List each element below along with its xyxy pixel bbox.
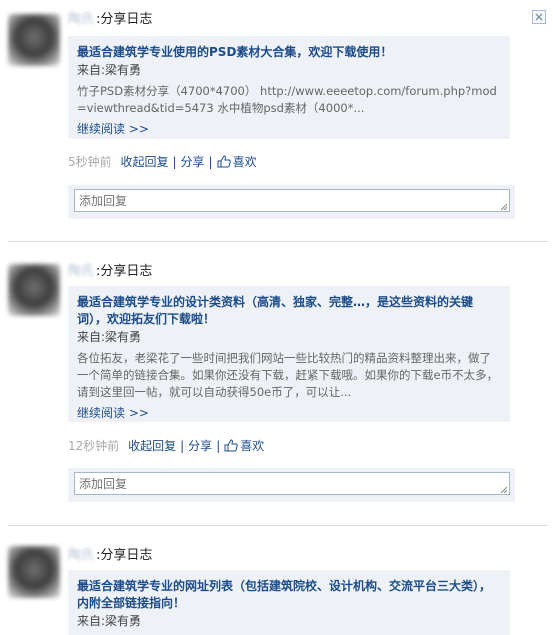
meta-line: 12秒钟前 收起回复 | 分享 | 喜欢 bbox=[68, 438, 264, 454]
like-label: 喜欢 bbox=[240, 439, 265, 453]
author-link[interactable]: 梁有勇 bbox=[105, 330, 141, 344]
action-text: :分享日志 bbox=[96, 264, 153, 279]
timestamp: 12秒钟前 bbox=[68, 439, 120, 453]
read-more-link[interactable]: 继续阅读 >> bbox=[77, 121, 502, 138]
divider bbox=[8, 525, 548, 526]
shared-card: 最适合建筑学专业使用的PSD素材大合集，欢迎下载使用！ 来自:梁有勇 竹子PSD… bbox=[68, 36, 510, 139]
author-link[interactable]: 梁有勇 bbox=[105, 614, 141, 628]
username-link[interactable]: 陶氏 bbox=[68, 548, 94, 563]
action-text: :分享日志 bbox=[96, 12, 153, 27]
username-link[interactable]: 陶氏 bbox=[68, 12, 94, 27]
reply-input[interactable] bbox=[74, 472, 510, 495]
feed-item: 陶氏:分享日志 最适合建筑学专业的设计类资料（高清、独家、完整…，是这些资料的关… bbox=[0, 258, 553, 520]
card-title-link[interactable]: 最适合建筑学专业的网址列表（包括建筑院校、设计机构、交流平台三大类），内附全部链… bbox=[77, 578, 502, 612]
shared-card: 最适合建筑学专业的设计类资料（高清、独家、完整…，是这些资料的关键词），欢迎拓友… bbox=[68, 286, 510, 422]
from-prefix: 来自: bbox=[77, 614, 106, 628]
action-text: :分享日志 bbox=[96, 548, 153, 563]
avatar[interactable] bbox=[8, 546, 60, 598]
author-link[interactable]: 梁有勇 bbox=[105, 63, 141, 77]
separator: | bbox=[208, 155, 213, 169]
card-title-link[interactable]: 最适合建筑学专业使用的PSD素材大合集，欢迎下载使用！ bbox=[77, 44, 502, 61]
resize-grip-icon[interactable] bbox=[500, 203, 508, 211]
collapse-replies-link[interactable]: 收起回复 bbox=[120, 155, 168, 169]
separator: | bbox=[180, 439, 185, 453]
thumbs-up-icon bbox=[217, 155, 231, 168]
avatar[interactable] bbox=[8, 14, 60, 66]
read-more-link[interactable]: 继续阅读 >> bbox=[77, 405, 502, 422]
feed-title: 陶氏:分享日志 bbox=[68, 547, 152, 565]
reply-box bbox=[68, 185, 515, 219]
feed-title: 陶氏:分享日志 bbox=[68, 11, 152, 29]
like-label: 喜欢 bbox=[232, 155, 257, 169]
feed-title: 陶氏:分享日志 bbox=[68, 263, 152, 281]
username-link[interactable]: 陶氏 bbox=[68, 264, 94, 279]
reply-input[interactable] bbox=[74, 189, 510, 212]
from-prefix: 来自: bbox=[77, 330, 106, 344]
feed-item: 陶氏:分享日志 最适合建筑学专业的网址列表（包括建筑院校、设计机构、交流平台三大… bbox=[0, 542, 553, 635]
meta-line: 5秒钟前 收起回复 | 分享 | 喜欢 bbox=[68, 154, 257, 170]
share-link[interactable]: 分享 bbox=[188, 439, 212, 453]
card-title-link[interactable]: 最适合建筑学专业的设计类资料（高清、独家、完整…，是这些资料的关键词），欢迎拓友… bbox=[77, 294, 502, 328]
card-from: 来自:梁有勇 bbox=[77, 329, 502, 345]
collapse-replies-link[interactable]: 收起回复 bbox=[128, 439, 176, 453]
like-link[interactable]: 喜欢 bbox=[217, 155, 257, 169]
resize-grip-icon[interactable] bbox=[500, 486, 508, 494]
card-excerpt: 竹子PSD素材分享（4700*4700） http://www.eeeetop.… bbox=[77, 84, 497, 115]
separator: | bbox=[172, 155, 177, 169]
thumbs-up-icon bbox=[224, 439, 238, 452]
share-link[interactable]: 分享 bbox=[181, 155, 205, 169]
card-from: 来自:梁有勇 bbox=[77, 613, 502, 629]
shared-card: 最适合建筑学专业的网址列表（包括建筑院校、设计机构、交流平台三大类），内附全部链… bbox=[68, 570, 510, 635]
card-from: 来自:梁有勇 bbox=[77, 62, 502, 78]
from-prefix: 来自: bbox=[77, 63, 106, 77]
like-link[interactable]: 喜欢 bbox=[224, 439, 264, 453]
card-excerpt: 各位拓友，老梁花了一些时间把我们网站一些比较热门的精品资料整理出来，做了一个简单… bbox=[77, 351, 499, 399]
separator: | bbox=[216, 439, 221, 453]
reply-box bbox=[68, 468, 515, 502]
avatar[interactable] bbox=[8, 264, 60, 316]
feed-item: 陶氏:分享日志 最适合建筑学专业使用的PSD素材大合集，欢迎下载使用！ 来自:梁… bbox=[0, 8, 553, 234]
divider bbox=[8, 241, 548, 242]
timestamp: 5秒钟前 bbox=[68, 155, 112, 169]
